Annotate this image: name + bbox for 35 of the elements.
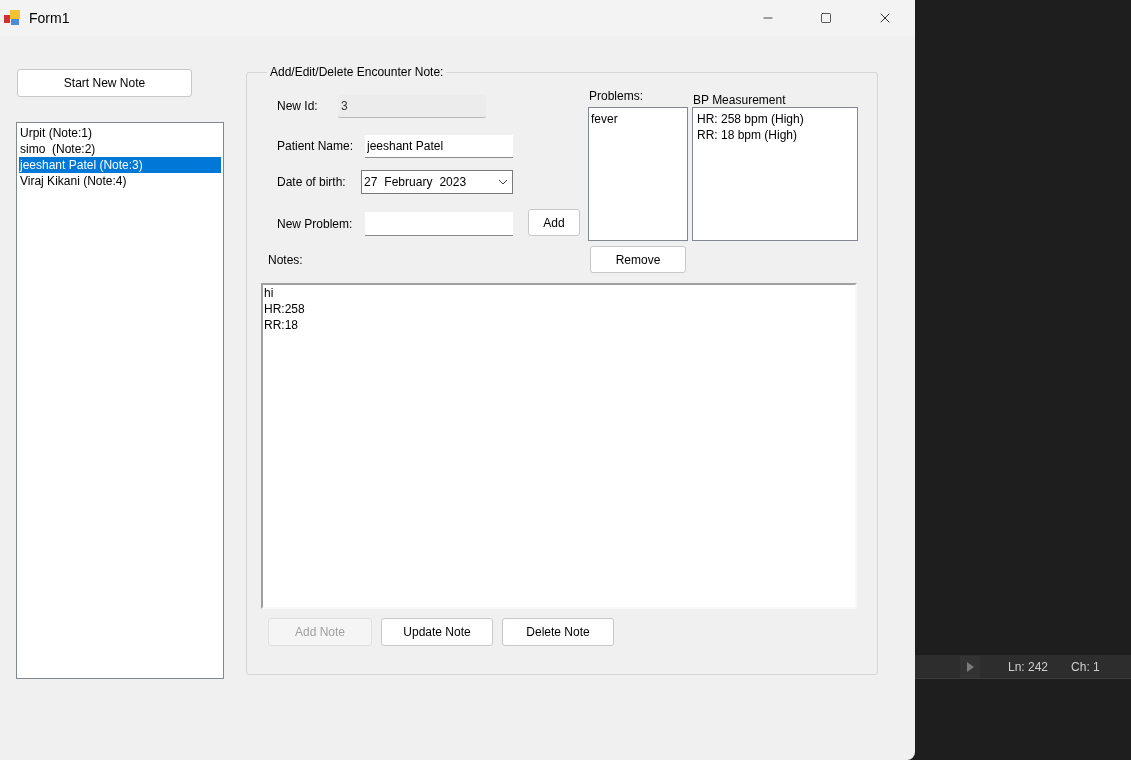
remove-button[interactable]: Remove [590,246,686,273]
play-icon [966,661,974,672]
problems-listbox[interactable]: fever [588,107,688,241]
note-action-button[interactable]: Update Note [381,618,493,646]
field-label: New Id: [277,98,319,115]
start-new-note-button[interactable]: Start New Note [17,69,192,97]
problems-label: Problems: [589,89,645,103]
list-item[interactable]: RR: 18 bpm (High) [697,127,853,143]
maximize-icon [820,12,832,24]
date-picker[interactable]: 27 February 2023 [361,170,513,194]
list-item[interactable]: jeeshant Patel (Note:3) [19,157,221,173]
line-number: Ln: 242 [1008,658,1049,676]
list-item[interactable]: Urpit (Note:1) [19,125,221,141]
list-item[interactable]: HR: 258 bpm (High) [697,111,853,127]
field-label: Patient Name: [277,138,355,155]
field-label: Date of birth: [277,174,347,191]
field-label: New Problem: [277,216,354,233]
chevron-down-icon [498,179,508,185]
note-action-button[interactable]: Delete Note [502,618,614,646]
group-title: Add/Edit/Delete Encounter Note: [269,64,445,81]
bp-label: BP Measurement [693,93,787,107]
column-number: Ch: 1 [1071,658,1100,676]
list-item[interactable]: fever [591,111,685,127]
list-item[interactable]: simo (Note:2) [19,141,221,157]
add-button[interactable]: Add [528,209,580,236]
new-problem-field[interactable] [365,212,513,236]
patient-name-field[interactable]: jeeshant Patel [365,134,513,158]
play-button[interactable] [960,655,980,678]
notes-listbox[interactable]: Urpit (Note:1) simo (Note:2) jeeshant Patel (Note:3) Viraj Kikani (Note:4) [16,122,224,679]
bp-listbox[interactable]: HR: 258 bpm (High) RR: 18 bpm (High) [692,107,858,241]
notes-label: Notes: [268,253,303,267]
window-title: Form1 [29,8,70,28]
list-item[interactable]: Viraj Kikani (Note:4) [19,173,221,189]
app-icon [4,10,22,26]
notes-field[interactable]: hi HR:258 RR:18 [261,283,857,609]
